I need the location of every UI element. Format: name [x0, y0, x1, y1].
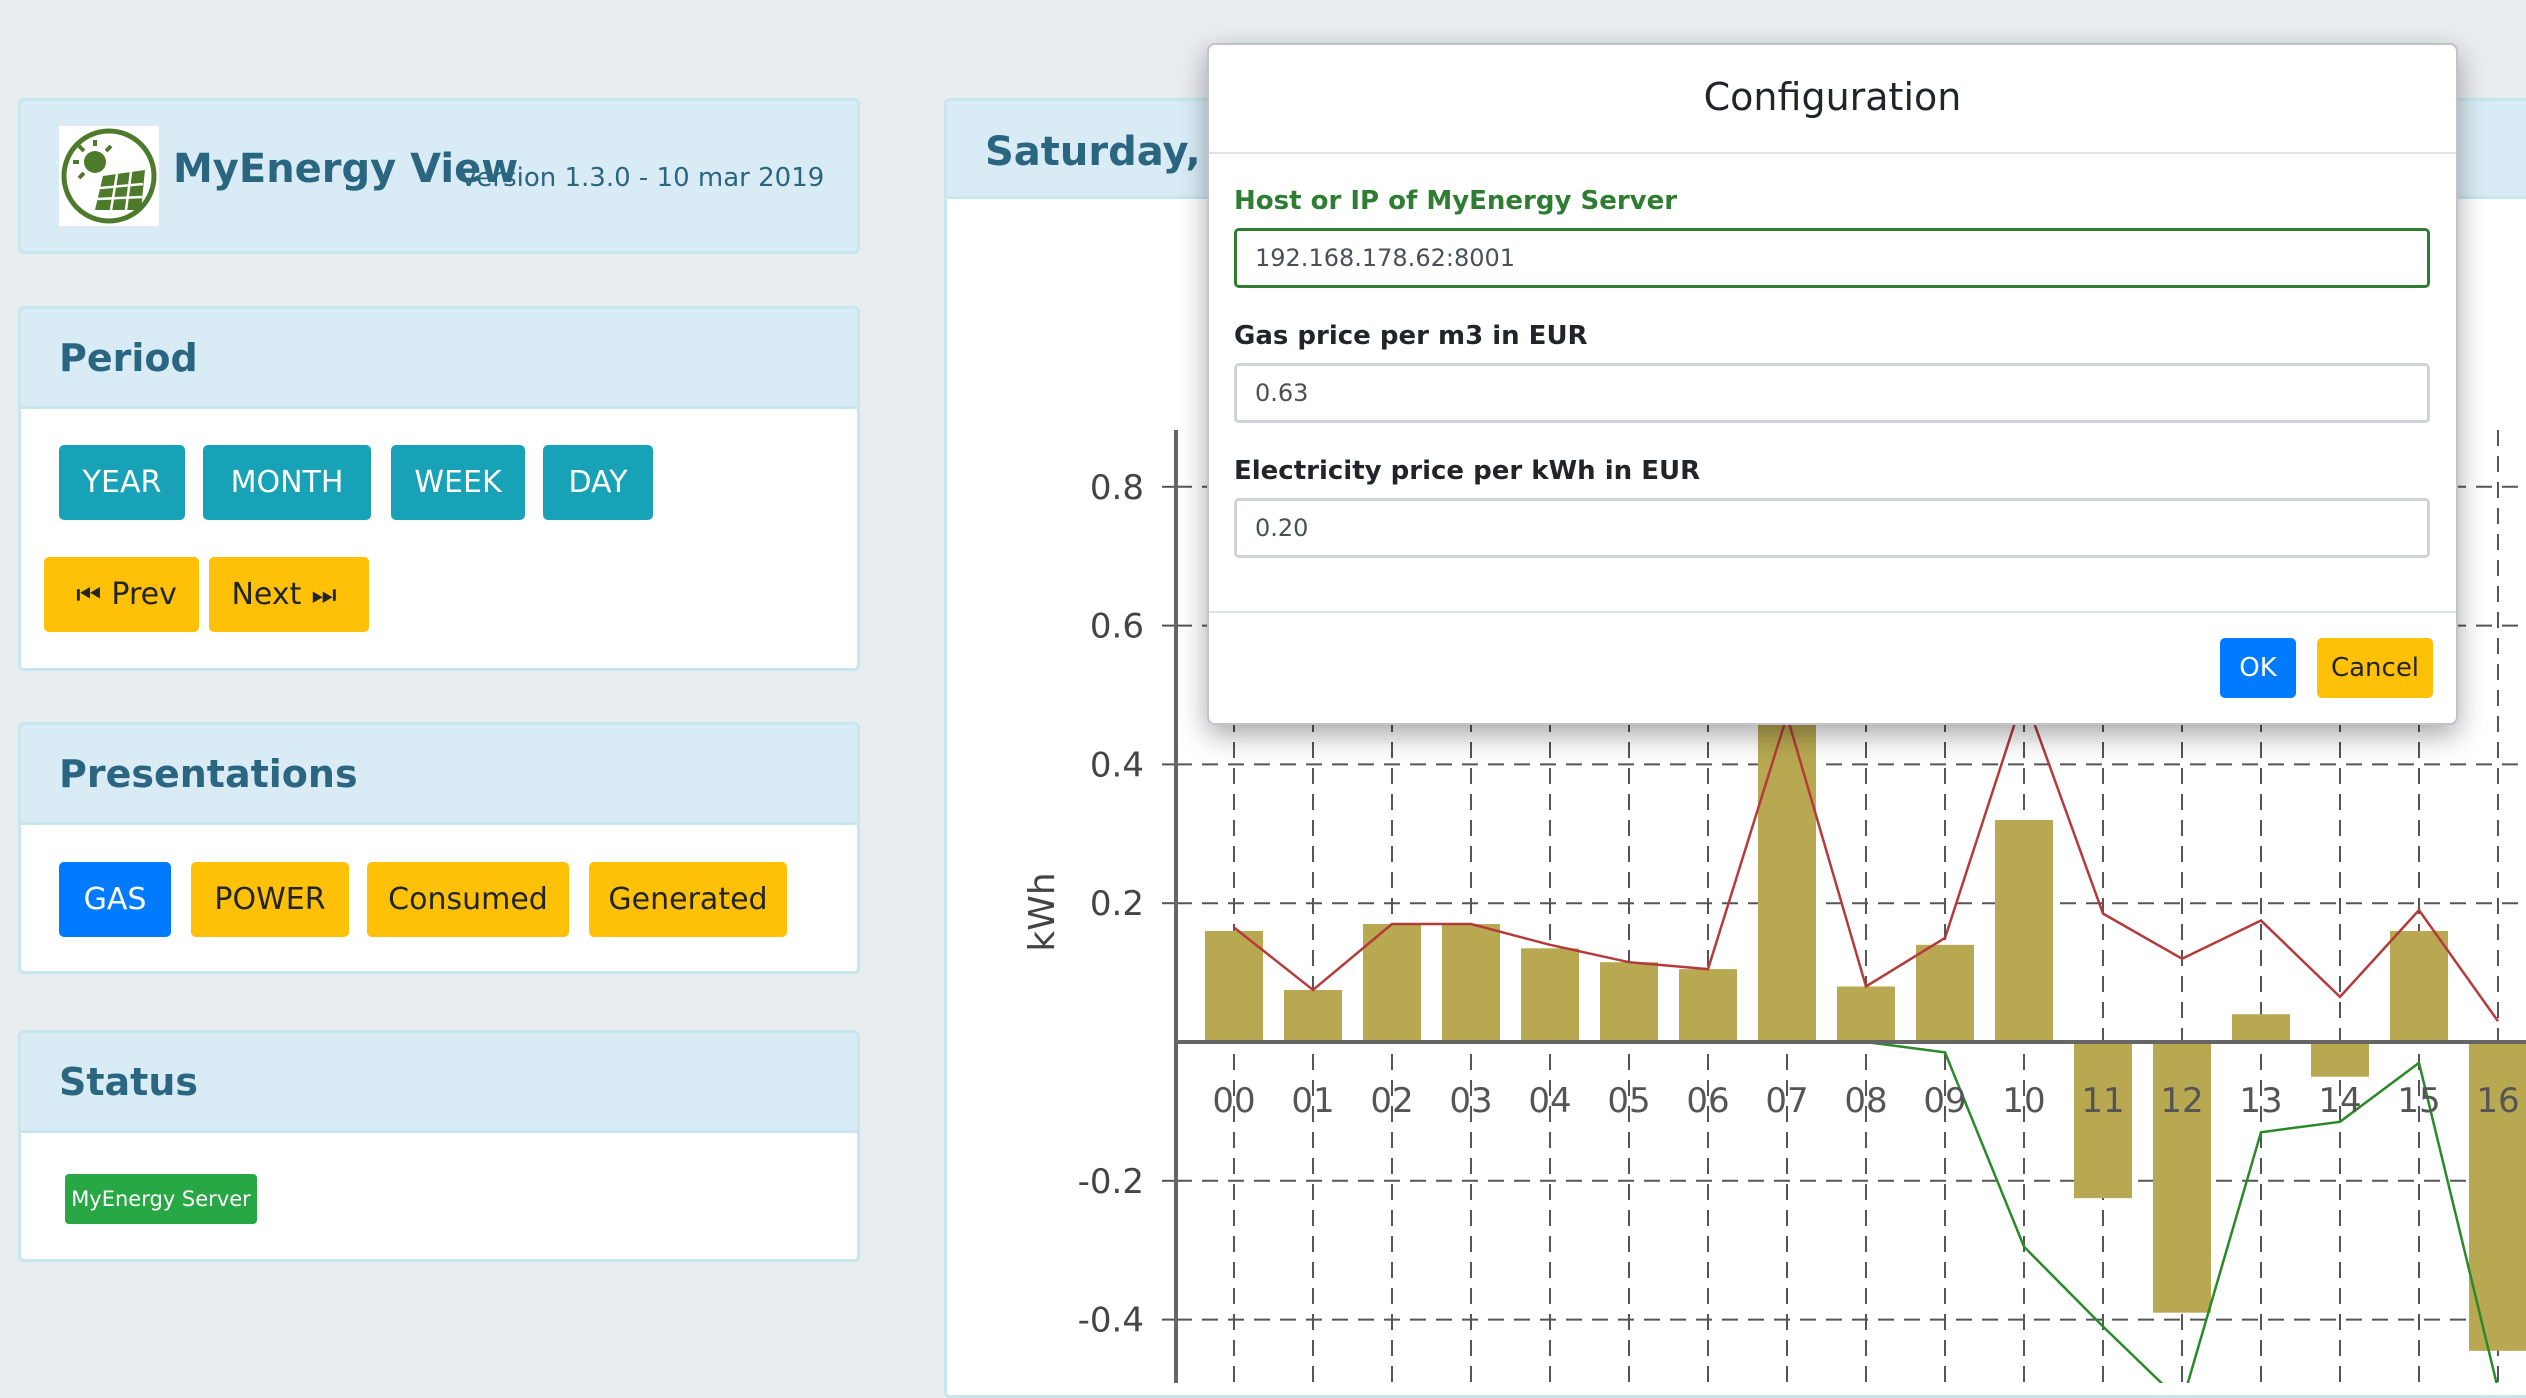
- x-tick-label: 15: [2397, 1081, 2440, 1121]
- x-tick-label: 08: [1844, 1081, 1887, 1121]
- modal-footer-divider: [1209, 611, 2456, 613]
- skip-forward-icon: ⏭: [311, 577, 337, 611]
- status-card: Status MyEnergy Server: [18, 1030, 860, 1262]
- y-axis-label: kWh: [1022, 872, 1063, 951]
- year-button[interactable]: YEAR: [59, 445, 185, 520]
- x-tick-label: 06: [1686, 1081, 1729, 1121]
- cancel-button[interactable]: Cancel: [2317, 638, 2433, 698]
- bar-00: [1205, 930, 1263, 1042]
- next-button[interactable]: Next ⏭: [209, 557, 369, 632]
- x-tick-label: 16: [2476, 1081, 2519, 1121]
- server-status-badge: MyEnergy Server: [65, 1174, 257, 1224]
- x-tick-label: 00: [1212, 1081, 1255, 1121]
- status-header: Status: [21, 1033, 857, 1133]
- x-tick-label: 09: [1923, 1081, 1966, 1121]
- bar-14: [2311, 1042, 2369, 1077]
- x-tick-label: 10: [2002, 1081, 2045, 1121]
- y-tick-label: 0.2: [1090, 884, 1144, 924]
- gas-button[interactable]: GAS: [59, 862, 171, 937]
- bar-04: [1521, 948, 1579, 1042]
- bar-13: [2232, 1014, 2290, 1042]
- gas-price-input[interactable]: [1234, 363, 2430, 423]
- host-label: Host or IP of MyEnergy Server: [1234, 186, 1678, 216]
- y-tick-label: -0.4: [1078, 1301, 1144, 1341]
- x-tick-label: 07: [1765, 1081, 1808, 1121]
- configuration-modal: Configuration Host or IP of MyEnergy Ser…: [1207, 43, 2458, 725]
- generated-button[interactable]: Generated: [589, 862, 787, 937]
- x-tick-label: 14: [2318, 1081, 2361, 1121]
- electricity-price-input[interactable]: [1234, 498, 2430, 558]
- day-button[interactable]: DAY: [543, 445, 653, 520]
- gas-price-label: Gas price per m3 in EUR: [1234, 321, 1588, 351]
- bar-10: [1995, 819, 2053, 1042]
- y-tick-label: 0.4: [1090, 745, 1144, 785]
- bar-05: [1600, 962, 1658, 1042]
- prev-button[interactable]: ⏮ Prev: [44, 557, 199, 632]
- y-tick-label: 0.6: [1090, 607, 1144, 647]
- x-tick-label: 01: [1291, 1081, 1334, 1121]
- x-tick-label: 04: [1528, 1081, 1571, 1121]
- bar-01: [1284, 989, 1342, 1042]
- bar-06: [1679, 969, 1737, 1042]
- presentations-card: Presentations GAS POWER Consumed Generat…: [18, 722, 860, 974]
- bar-09: [1916, 944, 1974, 1042]
- week-button[interactable]: WEEK: [391, 445, 525, 520]
- ok-button[interactable]: OK: [2220, 638, 2296, 698]
- y-tick-label: 0.8: [1090, 468, 1144, 508]
- bar-08: [1837, 986, 1895, 1042]
- skip-back-icon: ⏮: [76, 577, 102, 611]
- x-tick-label: 03: [1449, 1081, 1492, 1121]
- bar-07: [1758, 715, 1816, 1042]
- next-label: Next: [231, 577, 302, 612]
- presentations-header: Presentations: [21, 725, 857, 825]
- x-tick-label: 11: [2081, 1081, 2124, 1121]
- host-input[interactable]: [1234, 228, 2430, 288]
- x-tick-label: 12: [2160, 1081, 2203, 1121]
- x-tick-label: 02: [1370, 1081, 1413, 1121]
- x-tick-label: 05: [1607, 1081, 1650, 1121]
- prev-label: Prev: [111, 577, 177, 612]
- bar-03: [1442, 924, 1500, 1042]
- month-button[interactable]: MONTH: [203, 445, 371, 520]
- bar-15: [2390, 930, 2448, 1042]
- y-tick-label: -0.2: [1078, 1162, 1144, 1202]
- consumed-button[interactable]: Consumed: [367, 862, 569, 937]
- modal-header-divider: [1209, 152, 2456, 154]
- solar-panel-logo-icon: [59, 126, 159, 226]
- electricity-price-label: Electricity price per kWh in EUR: [1234, 456, 1701, 486]
- period-header: Period: [21, 309, 857, 409]
- app-version: version 1.3.0 - 10 mar 2019: [461, 163, 825, 193]
- power-button[interactable]: POWER: [191, 862, 349, 937]
- app-header-card: MyEnergy View version 1.3.0 - 10 mar 201…: [18, 98, 860, 254]
- modal-title: Configuration: [1703, 75, 1962, 119]
- x-tick-label: 13: [2239, 1081, 2282, 1121]
- period-card: Period YEAR MONTH WEEK DAY ⏮ Prev Next ⏭: [18, 306, 860, 671]
